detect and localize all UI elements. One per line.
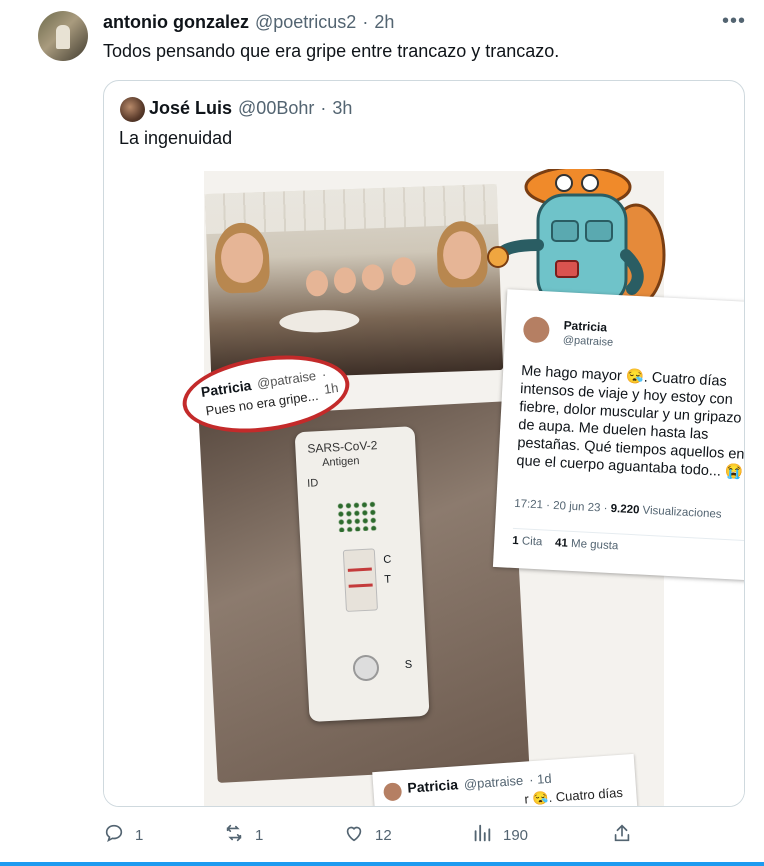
share-icon	[611, 822, 633, 848]
card-avatar	[522, 316, 551, 344]
test-c-label: C	[383, 553, 392, 566]
test-result-window	[342, 548, 378, 612]
views-icon	[471, 822, 493, 848]
bottom-card-handle: @patraise	[463, 772, 524, 792]
photo-person-face	[305, 269, 329, 297]
test-line	[348, 583, 373, 588]
antigen-test-cassette: SARS-CoV-2 Antigen ID C T S	[294, 426, 430, 723]
card-likes-count: 41	[554, 537, 569, 550]
bottom-card-avatar	[383, 782, 403, 802]
retweet-icon	[223, 822, 245, 848]
test-id-label: ID	[306, 477, 319, 490]
card-meta: 17:21 · 20 jun 23 · 9.220 Visualizacione…	[514, 498, 722, 521]
like-count: 12	[375, 826, 392, 844]
card-text: Me hago mayor 😪. Cuatro días intensos de…	[516, 363, 745, 481]
test-s-label: S	[404, 658, 413, 671]
card-author-name: Patricia	[563, 318, 608, 335]
card-likes-label: Me gusta	[570, 537, 619, 553]
card-meta-time: 17:21 · 20 jun 23 ·	[513, 497, 608, 515]
meme-collage: SARS-CoV-2 Antigen ID C T S Patricia @pa…	[177, 169, 744, 807]
author-avatar[interactable]	[38, 11, 88, 61]
reply-icon	[103, 822, 125, 848]
control-line	[347, 567, 372, 572]
card-stats: 1 Cita 41 Me gusta	[511, 527, 744, 560]
tweet-text: Todos pensando que era gripe entre tranc…	[103, 41, 560, 61]
quoted-author-name[interactable]: José Luis	[149, 98, 232, 119]
embedded-tweet-card: Patricia @patraise Me hago mayor 😪. Cuat…	[492, 289, 745, 581]
views-count: 190	[503, 826, 529, 844]
quoted-media-image[interactable]: SARS-CoV-2 Antigen ID C T S Patricia @pa…	[104, 169, 744, 807]
card-author-handle: @patraise	[562, 334, 614, 349]
bottom-accent-bar	[0, 862, 764, 866]
author-handle[interactable]: @poetricus2	[255, 12, 356, 33]
quoted-author-avatar[interactable]	[120, 97, 145, 122]
test-type-label: Antigen	[321, 455, 360, 470]
antigen-test-photo: SARS-CoV-2 Antigen ID C T S	[198, 401, 530, 783]
photo-table	[278, 308, 360, 334]
quoted-separator: ·	[320, 98, 327, 118]
bottom-card-text: r 😪. Cuatro días	[523, 784, 624, 807]
photo-person-face	[333, 266, 357, 294]
photo-person-face	[361, 263, 385, 291]
tweet-time[interactable]: 2h	[374, 12, 394, 33]
group-photo	[204, 183, 504, 381]
circled-post-time: · 1h	[320, 366, 340, 397]
retweet-count: 1	[255, 826, 264, 844]
share-button[interactable]	[611, 822, 633, 848]
bottom-card-time: · 1d	[528, 770, 553, 787]
header-separator: ·	[362, 12, 369, 32]
quoted-author-handle[interactable]: @00Bohr	[238, 98, 314, 119]
quoted-header: José Luis @00Bohr · 3h	[149, 98, 352, 119]
card-meta-views-label: Visualizaciones	[642, 504, 722, 521]
bottom-card-name: Patricia	[406, 776, 459, 796]
like-icon	[343, 822, 365, 848]
test-dots	[336, 500, 378, 533]
avatar-figure	[56, 25, 70, 49]
tweet-header: antonio gonzalez @poetricus2 · 2h	[103, 12, 394, 33]
tweet[interactable]: antonio gonzalez @poetricus2 · 2h ••• To…	[0, 0, 764, 866]
card-quotes-count: 1	[511, 534, 520, 548]
reply-count: 1	[135, 826, 144, 844]
author-name[interactable]: antonio gonzalez	[103, 12, 249, 33]
quoted-time[interactable]: 3h	[332, 98, 352, 119]
sample-well	[352, 654, 380, 682]
quoted-tweet[interactable]: José Luis @00Bohr · 3h La ingenuidad SAR…	[103, 80, 745, 807]
test-brand-label: SARS-CoV-2	[307, 438, 378, 456]
tweet-actions: 1 1 12 190	[103, 822, 743, 852]
more-icon[interactable]: •••	[722, 10, 746, 33]
like-button[interactable]: 12	[343, 822, 392, 848]
quoted-text: La ingenuidad	[119, 128, 233, 148]
retweet-button[interactable]: 1	[223, 822, 263, 848]
photo-person-face	[391, 256, 417, 286]
views-button[interactable]: 190	[471, 822, 528, 848]
card-meta-views: 9.220	[610, 502, 640, 517]
card-quotes-label: Cita	[521, 535, 543, 549]
test-t-label: T	[384, 573, 392, 586]
reply-button[interactable]: 1	[103, 822, 143, 848]
